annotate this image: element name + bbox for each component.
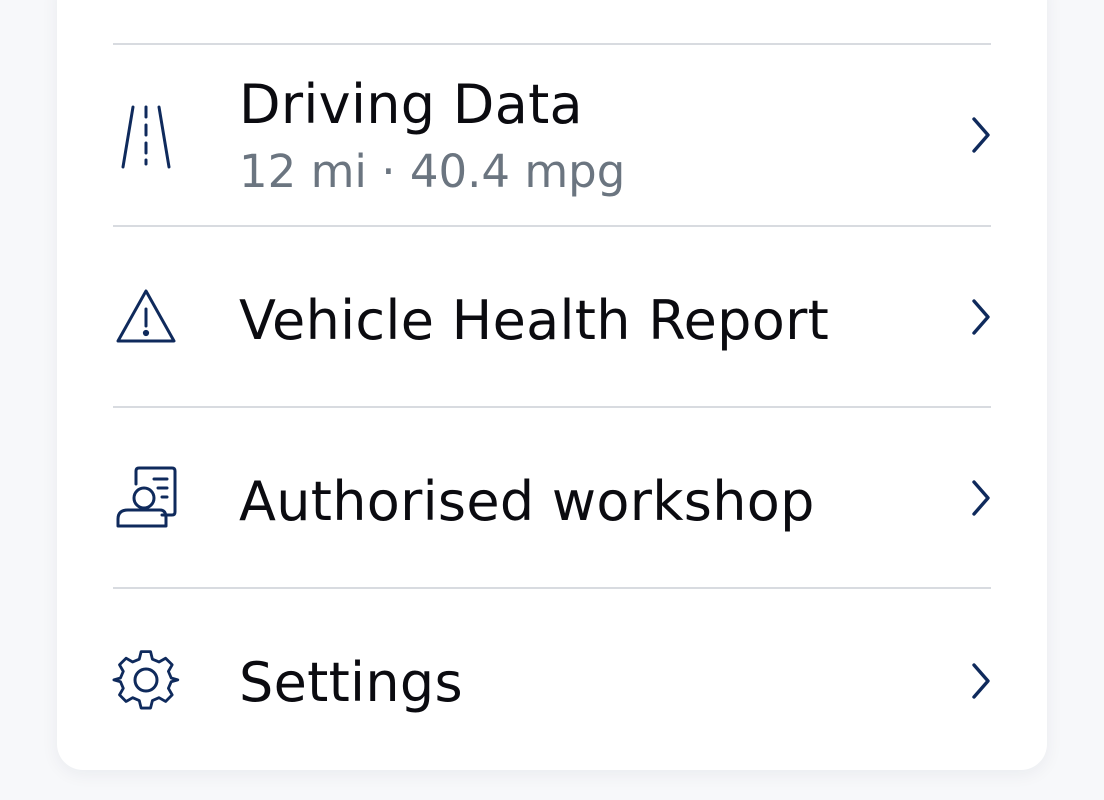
gear-icon: [112, 646, 180, 714]
menu-item-title: Authorised workshop: [239, 470, 815, 533]
menu-item-title: Vehicle Health Report: [239, 289, 830, 352]
chevron-right-icon: [967, 295, 995, 339]
menu-item-settings[interactable]: Settings: [57, 589, 1047, 769]
chevron-right-icon: [967, 659, 995, 703]
menu-item-title: Settings: [239, 651, 463, 714]
road-icon: [112, 103, 180, 171]
chevron-right-icon: [967, 113, 995, 157]
chevron-right-icon: [967, 476, 995, 520]
menu-item-title: Driving Data: [239, 73, 583, 136]
warning-triangle-icon: [112, 283, 180, 351]
workshop-contact-icon: [112, 464, 180, 532]
menu-item-vehicle-health-report[interactable]: Vehicle Health Report: [57, 227, 1047, 406]
menu-item-driving-data[interactable]: Driving Data 12 mi · 40.4 mpg: [57, 45, 1047, 225]
menu-item-subtitle: 12 mi · 40.4 mpg: [239, 145, 626, 198]
menu-item-authorised-workshop[interactable]: Authorised workshop: [57, 408, 1047, 587]
